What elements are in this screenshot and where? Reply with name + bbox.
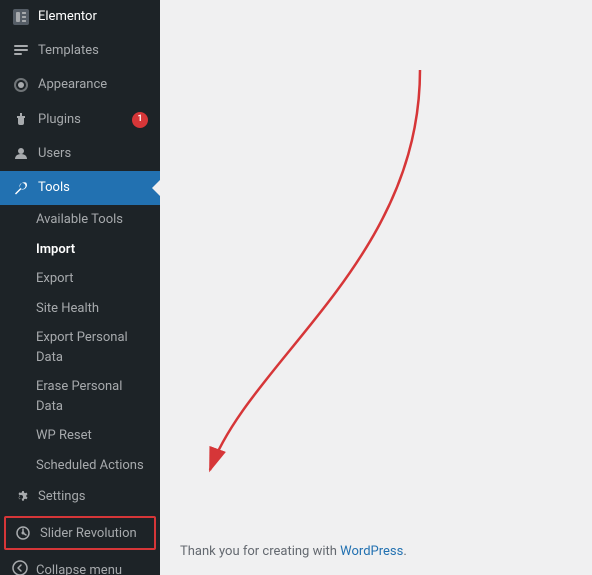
collapse-menu[interactable]: Collapse menu bbox=[0, 552, 160, 575]
settings-label: Settings bbox=[38, 488, 148, 506]
appearance-icon bbox=[12, 76, 30, 94]
submenu-erase-personal-data[interactable]: Erase Personal Data bbox=[0, 372, 160, 421]
main-content: Thank you for creating with WordPress. bbox=[160, 0, 592, 575]
plugins-icon bbox=[12, 111, 30, 129]
slider-revolution-icon bbox=[14, 524, 32, 542]
tools-label: Tools bbox=[38, 179, 148, 197]
sidebar-item-templates[interactable]: Templates bbox=[0, 34, 160, 68]
settings-icon bbox=[12, 488, 30, 506]
sidebar: Elementor Templates Appearance P bbox=[0, 0, 160, 575]
submenu-export-personal-data[interactable]: Export Personal Data bbox=[0, 323, 160, 372]
sidebar-item-elementor[interactable]: Elementor bbox=[0, 0, 160, 34]
submenu-wp-reset[interactable]: WP Reset bbox=[0, 421, 160, 451]
footer-text-after: . bbox=[403, 544, 406, 559]
sidebar-item-tools[interactable]: Tools bbox=[0, 171, 160, 205]
footer-text-before: Thank you for creating with bbox=[180, 544, 340, 559]
wordpress-link[interactable]: WordPress bbox=[340, 544, 403, 559]
sidebar-item-appearance[interactable]: Appearance bbox=[0, 68, 160, 102]
submenu-available-tools[interactable]: Available Tools bbox=[0, 205, 160, 235]
sidebar-item-plugins[interactable]: Plugins 1 bbox=[0, 103, 160, 137]
sidebar-item-users[interactable]: Users bbox=[0, 137, 160, 171]
elementor-icon bbox=[12, 8, 30, 26]
users-label: Users bbox=[38, 145, 148, 163]
plugins-label: Plugins bbox=[38, 111, 124, 129]
templates-icon bbox=[12, 42, 30, 60]
tools-icon bbox=[12, 179, 30, 197]
submenu-site-health[interactable]: Site Health bbox=[0, 294, 160, 324]
collapse-icon bbox=[12, 560, 28, 575]
elementor-label: Elementor bbox=[38, 8, 148, 26]
users-icon bbox=[12, 145, 30, 163]
templates-label: Templates bbox=[38, 42, 148, 60]
submenu-scheduled-actions[interactable]: Scheduled Actions bbox=[0, 451, 160, 481]
slider-revolution-label: Slider Revolution bbox=[40, 526, 137, 541]
submenu-export[interactable]: Export bbox=[0, 264, 160, 294]
submenu-import[interactable]: Import bbox=[0, 235, 160, 265]
plugins-badge: 1 bbox=[132, 112, 148, 128]
annotation-arrow bbox=[200, 60, 460, 480]
sidebar-item-slider-revolution[interactable]: Slider Revolution bbox=[4, 516, 156, 550]
appearance-label: Appearance bbox=[38, 76, 148, 94]
collapse-label: Collapse menu bbox=[36, 563, 122, 575]
footer: Thank you for creating with WordPress. bbox=[180, 544, 407, 559]
sidebar-item-settings[interactable]: Settings bbox=[0, 480, 160, 514]
